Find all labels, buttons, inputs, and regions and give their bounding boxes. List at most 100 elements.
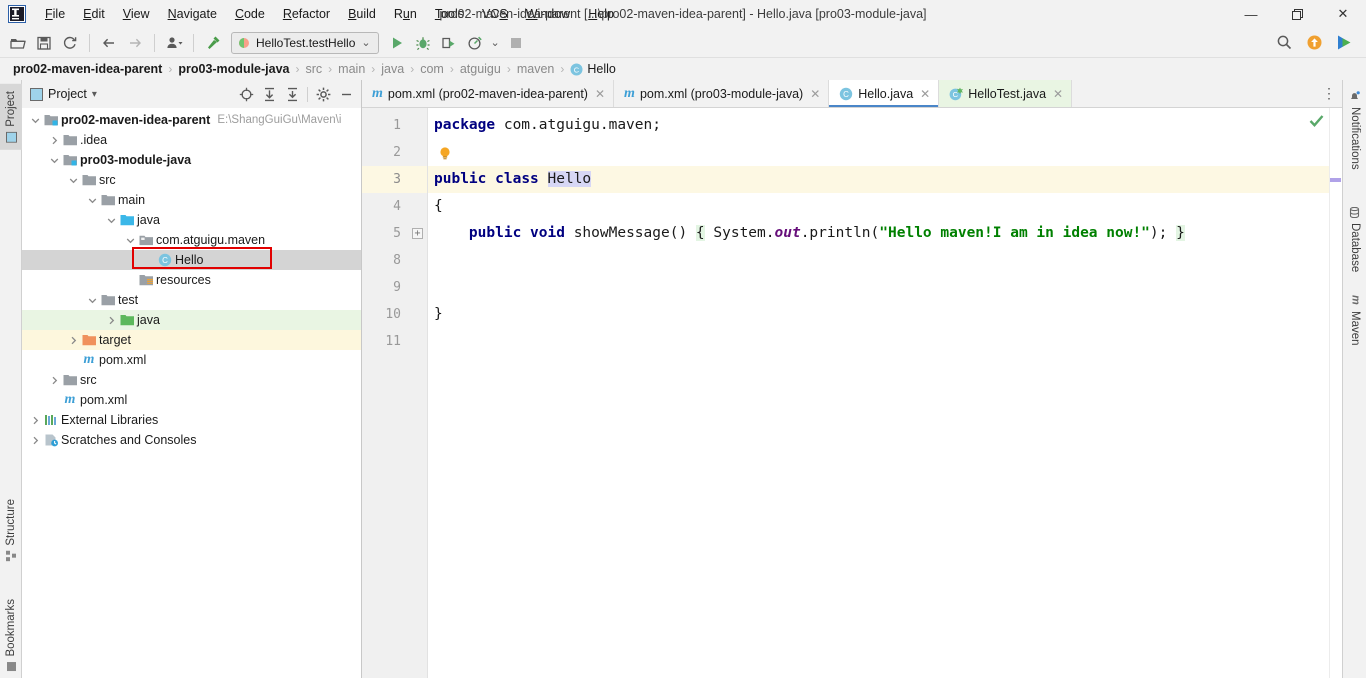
sidebar-item-notifications[interactable]: Notifications [1343,84,1366,177]
chevron-down-icon[interactable] [85,196,99,205]
stop-icon[interactable] [504,31,528,55]
breadcrumb-item-7[interactable]: maven [514,62,558,76]
gutter-line-number[interactable]: 8 [362,247,427,274]
tree-node-pro03-module-java[interactable]: pro03-module-java [22,150,361,170]
editor-tabs-more-icon[interactable]: ⋮ [1316,80,1342,107]
minimize-button[interactable]: — [1228,0,1274,28]
editor-tab-pom-xml-1[interactable]: m pom.xml (pro03-module-java) ✕ [614,80,830,107]
tree-node-resources[interactable]: resources [22,270,361,290]
menu-vcs[interactable]: VCS [473,3,517,25]
refresh-icon[interactable] [58,31,82,55]
tree-node-pom-xml[interactable]: m pom.xml [22,390,361,410]
arrow-right-icon[interactable] [123,31,147,55]
menu-view[interactable]: View [114,3,159,25]
tree-node-java[interactable]: java [22,310,361,330]
code-line[interactable]: package com.atguigu.maven; [428,112,1342,139]
tree-node-src[interactable]: src [22,370,361,390]
chevron-right-icon[interactable] [104,316,118,325]
gutter-line-number[interactable]: 3 [362,166,427,193]
code-editor[interactable]: 1 2 3 4 5 +8 9 10 11 package com.atguigu.maven; … [362,108,1342,678]
line-change-marker[interactable] [1330,178,1341,182]
code-line[interactable]: { [428,193,1342,220]
sidebar-item-project[interactable]: Project [0,84,22,150]
gutter-line-number[interactable]: 2 [362,139,427,166]
editor-marker-scrollbar[interactable] [1329,108,1342,678]
editor-tab-hello-java-2[interactable]: C Hello.java ✕ [829,80,940,107]
select-opened-file-icon[interactable] [235,83,257,105]
tree-node-main[interactable]: main [22,190,361,210]
update-available-icon[interactable] [1302,31,1326,55]
chevron-down-icon[interactable] [28,116,42,125]
settings-gear-icon[interactable] [312,83,334,105]
chevron-right-icon[interactable] [47,376,61,385]
gutter-line-number[interactable]: 10 [362,301,427,328]
menu-tools[interactable]: Tools [426,3,473,25]
debug-bug-icon[interactable] [411,31,435,55]
save-icon[interactable] [32,31,56,55]
sidebar-item-maven[interactable]: m Maven [1343,288,1366,353]
breadcrumb-item-5[interactable]: com [417,62,447,76]
run-play-icon[interactable] [385,31,409,55]
code-line[interactable] [428,328,1342,355]
chevron-right-icon[interactable] [66,336,80,345]
project-tree[interactable]: pro02-maven-idea-parent E:\ShangGuiGu\Mav… [22,108,361,678]
chevron-right-icon[interactable] [47,136,61,145]
code-fold-expand-icon[interactable]: + [412,228,423,239]
menu-file[interactable]: File [36,3,74,25]
tree-node--idea[interactable]: .idea [22,130,361,150]
hammer-icon[interactable] [201,31,225,55]
editor-tab-pom-xml-0[interactable]: m pom.xml (pro02-maven-idea-parent) ✕ [362,80,615,107]
close-icon[interactable]: ✕ [595,87,605,101]
tree-node-scratches-and-consoles[interactable]: Scratches and Consoles [22,430,361,450]
gutter-line-number[interactable]: 5 + [362,220,427,247]
chevron-down-icon[interactable]: ▾ [92,89,97,100]
tree-node-test[interactable]: test [22,290,361,310]
breadcrumb-item-3[interactable]: main [335,62,368,76]
chevron-down-icon[interactable] [104,216,118,225]
chevron-down-icon[interactable] [123,236,137,245]
sidebar-item-bookmarks[interactable]: Bookmarks [0,592,22,678]
intention-bulb-icon[interactable] [438,144,452,160]
line-number-gutter[interactable]: 1 2 3 4 5 +8 9 10 11 [362,108,428,678]
chevron-down-icon[interactable] [66,176,80,185]
search-icon[interactable] [1272,31,1296,55]
chevron-right-icon[interactable] [28,416,42,425]
arrow-left-icon[interactable] [97,31,121,55]
tree-node-com-atguigu-maven[interactable]: com.atguigu.maven [22,230,361,250]
menu-help[interactable]: Help [579,3,623,25]
code-line[interactable]: public class Hello [428,166,1342,193]
tree-node-pom-xml[interactable]: m pom.xml [22,350,361,370]
expand-all-icon[interactable] [258,83,280,105]
chevron-down-icon[interactable] [85,296,99,305]
menu-refactor[interactable]: Refactor [274,3,339,25]
code-line[interactable] [428,139,1342,166]
code-line[interactable]: public void showMessage() { System.out.p… [428,220,1342,247]
chevron-down-icon[interactable] [47,156,61,165]
menu-window[interactable]: Window [517,3,579,25]
open-folder-icon[interactable] [6,31,30,55]
gutter-line-number[interactable]: 9 [362,274,427,301]
menu-navigate[interactable]: Navigate [159,3,226,25]
menu-run[interactable]: Run [385,3,426,25]
close-icon[interactable]: ✕ [810,87,820,101]
menu-code[interactable]: Code [226,3,274,25]
code-line[interactable]: } [428,301,1342,328]
gutter-line-number[interactable]: 1 [362,112,427,139]
tree-node-target[interactable]: target [22,330,361,350]
chevron-right-icon[interactable] [28,436,42,445]
code-line[interactable] [428,247,1342,274]
close-button[interactable]: ✕ [1320,0,1366,28]
ide-app-icon[interactable] [1332,31,1356,55]
profiler-icon[interactable] [463,31,487,55]
menu-edit[interactable]: Edit [74,3,114,25]
code-line[interactable] [428,274,1342,301]
run-configuration-selector[interactable]: HelloTest.testHello ⌄ [231,31,379,54]
breadcrumb-item-2[interactable]: src [303,62,326,76]
editor-tab-hellotest-java-3[interactable]: C HelloTest.java ✕ [939,80,1073,107]
breadcrumb-item-0[interactable]: pro02-maven-idea-parent [10,62,165,76]
sidebar-item-structure[interactable]: Structure [0,492,22,569]
menu-build[interactable]: Build [339,3,385,25]
tree-node-external-libraries[interactable]: External Libraries [22,410,361,430]
run-with-coverage-icon[interactable] [437,31,461,55]
breadcrumb-item-8[interactable]: C Hello [567,62,619,76]
